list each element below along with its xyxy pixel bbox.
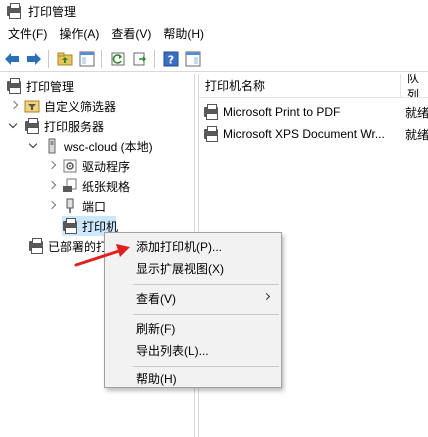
tree-label: 打印服务器 bbox=[44, 119, 105, 134]
up-folder-icon[interactable] bbox=[55, 49, 75, 69]
window-title: 打印管理 bbox=[28, 4, 77, 19]
svg-text:?: ? bbox=[168, 53, 174, 66]
tree-item-print-management[interactable]: 打印管理 bbox=[6, 76, 74, 96]
menu-item-label: 查看(V) bbox=[136, 291, 176, 306]
annotation-arrow-icon bbox=[74, 244, 130, 267]
printer-icon bbox=[28, 238, 44, 254]
menu-item-view[interactable]: 查看(V) bbox=[105, 287, 281, 309]
toolbar-separator bbox=[101, 49, 102, 68]
printer-status: 就绪 bbox=[405, 127, 428, 142]
show-hide-tree-icon[interactable] bbox=[77, 49, 97, 69]
toolbar: ? bbox=[0, 46, 428, 72]
collapse-icon[interactable] bbox=[28, 140, 40, 152]
port-icon bbox=[62, 198, 78, 214]
title-bar: 打印管理 bbox=[0, 0, 428, 22]
back-arrow-icon[interactable] bbox=[2, 49, 22, 69]
printer-name: Microsoft XPS Document Wr... bbox=[223, 127, 385, 141]
tree-label: 端口 bbox=[82, 199, 107, 214]
tree-label: wsc-cloud (本地) bbox=[64, 139, 153, 154]
tree-label: 纸张规格 bbox=[82, 179, 131, 194]
forward-arrow-icon[interactable] bbox=[24, 49, 44, 69]
submenu-chevron-icon bbox=[262, 292, 271, 301]
list-item[interactable]: Microsoft Print to PDF bbox=[203, 102, 340, 122]
printer-icon bbox=[6, 78, 22, 94]
help-icon[interactable]: ? bbox=[161, 49, 181, 69]
printer-status: 就绪 bbox=[405, 105, 428, 120]
menu-separator bbox=[133, 284, 279, 285]
menu-item-help[interactable]: 帮助(H) bbox=[105, 367, 281, 389]
menu-view[interactable]: 查看(V) bbox=[105, 24, 157, 44]
driver-icon bbox=[62, 158, 78, 174]
printer-icon bbox=[203, 104, 219, 120]
printer-icon bbox=[24, 118, 40, 134]
server-icon bbox=[44, 138, 60, 154]
expand-icon[interactable] bbox=[46, 160, 58, 172]
forms-icon bbox=[62, 178, 78, 194]
expand-icon[interactable] bbox=[8, 100, 20, 112]
tree-item-ports[interactable]: 端口 bbox=[46, 196, 106, 216]
menu-file[interactable]: 文件(F) bbox=[2, 24, 53, 44]
tree-item-server[interactable]: wsc-cloud (本地) bbox=[28, 136, 153, 156]
collapse-icon[interactable] bbox=[8, 120, 20, 132]
filter-folder-icon bbox=[24, 98, 40, 114]
menu-action[interactable]: 操作(A) bbox=[53, 24, 105, 44]
toolbar-separator bbox=[48, 49, 49, 68]
refresh-icon[interactable] bbox=[108, 49, 128, 69]
printer-icon bbox=[203, 126, 219, 142]
tree-item-forms[interactable]: 纸张规格 bbox=[46, 176, 130, 196]
menu-item-refresh[interactable]: 刷新(F) bbox=[105, 317, 281, 339]
list-item[interactable]: Microsoft XPS Document Wr... bbox=[203, 124, 385, 144]
export-list-icon[interactable] bbox=[130, 49, 150, 69]
tree-item-custom-filters[interactable]: 自定义筛选器 bbox=[8, 96, 116, 116]
column-header-queue[interactable]: 队列 bbox=[401, 74, 428, 98]
printer-app-icon bbox=[6, 3, 22, 19]
expand-icon[interactable] bbox=[46, 180, 58, 192]
menu-item-export-list[interactable]: 导出列表(L)... bbox=[105, 339, 281, 361]
tree-label: 打印管理 bbox=[26, 79, 75, 94]
tree-item-print-servers[interactable]: 打印服务器 bbox=[8, 116, 104, 136]
printer-name: Microsoft Print to PDF bbox=[223, 105, 341, 119]
menu-separator bbox=[133, 314, 279, 315]
expand-icon[interactable] bbox=[46, 200, 58, 212]
column-header-name[interactable]: 打印机名称 bbox=[199, 74, 401, 98]
tree-label: 驱动程序 bbox=[82, 159, 131, 174]
tree-item-drivers[interactable]: 驱动程序 bbox=[46, 156, 130, 176]
menu-help[interactable]: 帮助(H) bbox=[157, 24, 210, 44]
tree-label: 自定义筛选器 bbox=[44, 99, 117, 114]
menu-bar: 文件(F) 操作(A) 查看(V) 帮助(H) bbox=[0, 24, 428, 44]
properties-pane-icon[interactable] bbox=[183, 49, 203, 69]
toolbar-separator bbox=[154, 49, 155, 68]
